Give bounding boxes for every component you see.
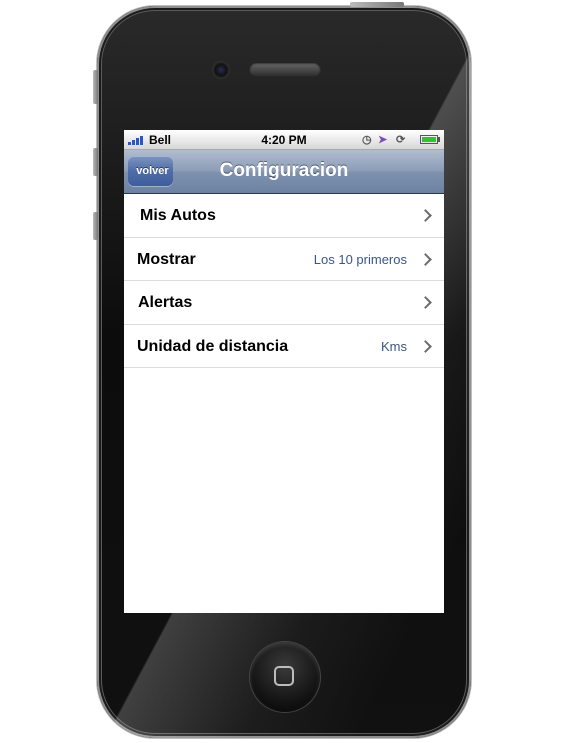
chevron-right-icon xyxy=(419,339,432,353)
back-button[interactable]: volver xyxy=(128,156,173,186)
front-camera-icon xyxy=(212,61,230,79)
location-arrow-icon: ➤ xyxy=(378,134,388,146)
navigation-bar: Configuracion volver xyxy=(124,150,444,194)
row-label: Mostrar xyxy=(137,250,196,268)
clock-icon: ◷ xyxy=(362,134,372,146)
battery-tip xyxy=(438,137,440,142)
settings-row-alertas[interactable]: Alertas xyxy=(124,281,444,325)
settings-row-unidad-de-distancia[interactable]: Unidad de distancia Kms xyxy=(124,324,444,368)
battery-level xyxy=(422,137,436,142)
row-label: Unidad de distancia xyxy=(137,337,289,355)
settings-row-mostrar[interactable]: Mostrar Los 10 primeros xyxy=(124,237,444,281)
settings-row-mis-autos[interactable]: Mis Autos xyxy=(124,194,444,238)
rotation-lock-icon: ⟳ xyxy=(396,134,406,146)
battery-icon xyxy=(420,135,438,144)
status-bar: Bell 4:20 PM ◷ ➤ ⟳ xyxy=(124,130,444,150)
chevron-right-icon xyxy=(419,252,432,266)
volume-up-button xyxy=(93,148,98,176)
row-value: Kms xyxy=(381,338,407,354)
earpiece-speaker xyxy=(249,62,321,77)
mute-switch xyxy=(93,70,98,104)
home-square-icon xyxy=(274,666,294,686)
power-button xyxy=(350,2,404,7)
row-label: Mis Autos xyxy=(140,207,216,224)
volume-down-button xyxy=(93,212,98,240)
home-button[interactable] xyxy=(250,642,320,712)
chevron-right-icon xyxy=(419,296,432,309)
settings-list: Mis Autos Mostrar Los 10 primeros Alerta… xyxy=(124,194,444,368)
row-label: Alertas xyxy=(138,294,193,311)
screen: Bell 4:20 PM ◷ ➤ ⟳ Configuracion volver … xyxy=(124,130,444,613)
chevron-right-icon xyxy=(419,209,432,222)
row-value: Los 10 primeros xyxy=(313,251,407,267)
